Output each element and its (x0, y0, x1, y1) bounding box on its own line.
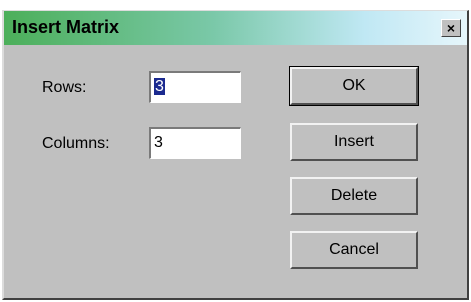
ok-button[interactable]: OK (289, 66, 419, 106)
columns-input[interactable]: 3 (149, 127, 241, 159)
title-bar[interactable]: Insert Matrix × (4, 11, 467, 45)
rows-label: Rows: (42, 79, 87, 96)
columns-input-value: 3 (154, 134, 163, 151)
close-icon: × (446, 20, 456, 36)
rows-input-value: 3 (154, 78, 165, 95)
insert-matrix-dialog: Insert Matrix × Rows: 3 Columns: 3 OK In… (2, 10, 469, 300)
rows-input[interactable]: 3 (149, 71, 241, 103)
cancel-button[interactable]: Cancel (290, 231, 418, 269)
insert-button[interactable]: Insert (290, 123, 418, 161)
delete-button[interactable]: Delete (290, 177, 418, 215)
columns-label: Columns: (42, 135, 110, 152)
close-button[interactable]: × (441, 19, 461, 37)
dialog-title: Insert Matrix (12, 17, 120, 37)
